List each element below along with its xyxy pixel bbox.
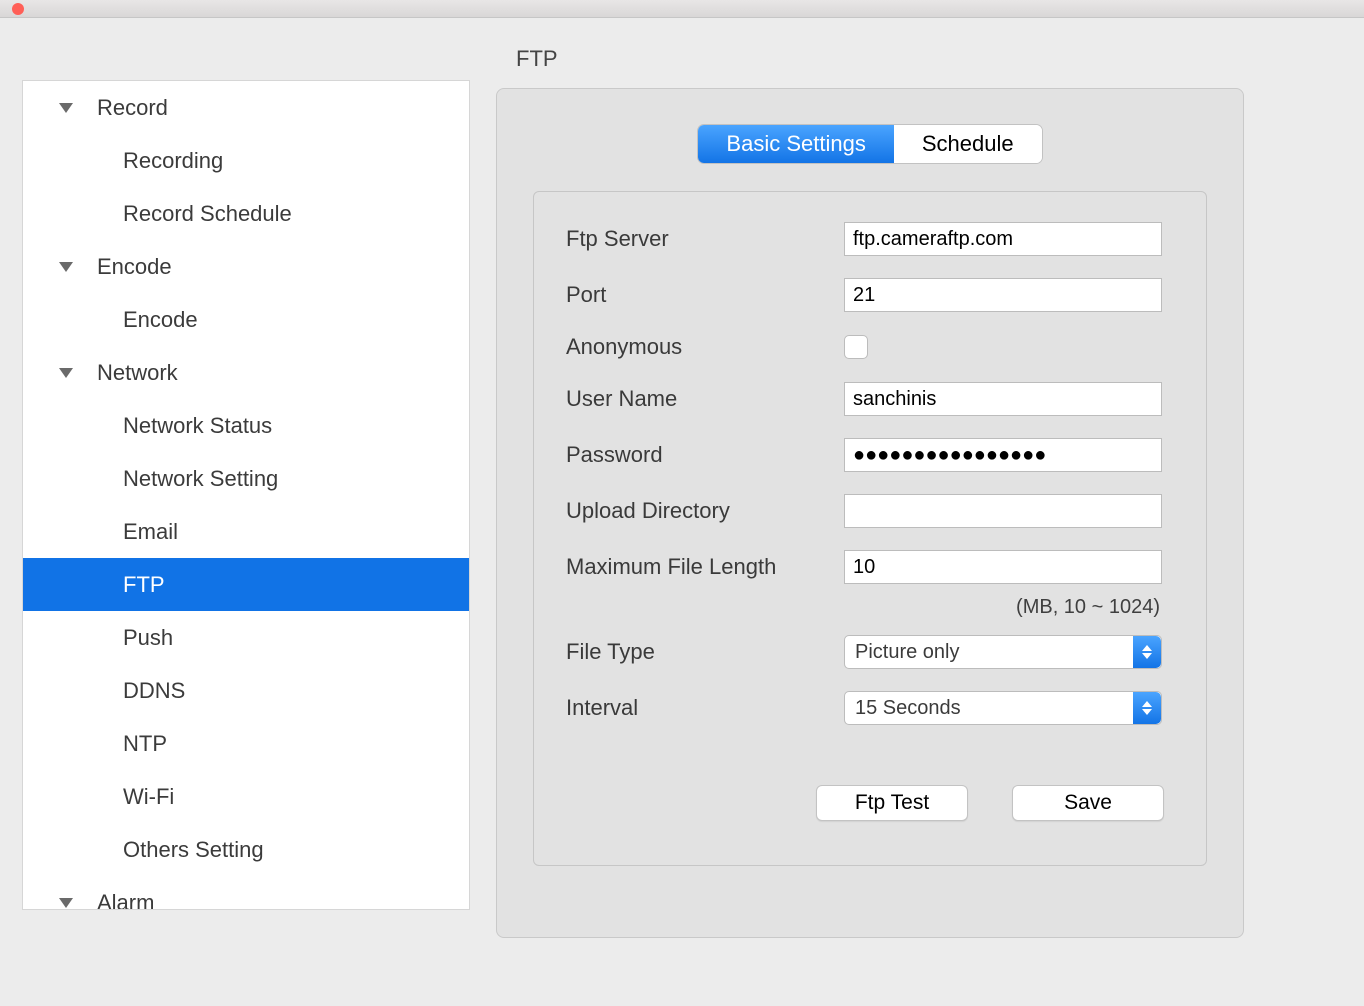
username-label: User Name xyxy=(566,386,844,412)
sidebar-item-email[interactable]: Email xyxy=(23,505,469,558)
file-type-value: Picture only xyxy=(855,641,960,664)
max-length-input[interactable] xyxy=(844,550,1162,584)
sidebar-group-label: Network xyxy=(97,360,178,386)
caret-down-icon xyxy=(57,99,75,117)
tab-schedule[interactable]: Schedule xyxy=(894,125,1042,163)
anonymous-label: Anonymous xyxy=(566,334,844,360)
password-label: Password xyxy=(566,442,844,468)
file-type-select[interactable]: Picture only xyxy=(844,635,1162,669)
sidebar-item-record-schedule[interactable]: Record Schedule xyxy=(23,187,469,240)
caret-down-icon xyxy=(57,894,75,911)
updown-icon xyxy=(1133,692,1161,724)
sidebar-item-wifi[interactable]: Wi-Fi xyxy=(23,770,469,823)
ftp-server-input[interactable] xyxy=(844,222,1162,256)
sidebar-item-encode[interactable]: Encode xyxy=(23,293,469,346)
sidebar: Record Recording Record Schedule Encode … xyxy=(22,80,470,910)
sidebar-item-label: Encode xyxy=(123,307,198,333)
ftp-test-button[interactable]: Ftp Test xyxy=(816,785,968,821)
sidebar-group-alarm[interactable]: Alarm xyxy=(23,876,469,910)
sidebar-item-label: DDNS xyxy=(123,678,185,704)
sidebar-item-label: Push xyxy=(123,625,173,651)
sidebar-item-recording[interactable]: Recording xyxy=(23,134,469,187)
password-input[interactable] xyxy=(844,438,1162,472)
sidebar-item-label: NTP xyxy=(123,731,167,757)
sidebar-item-ftp[interactable]: FTP xyxy=(23,558,469,611)
max-length-hint: (MB, 10 ~ 1024) xyxy=(566,596,1160,619)
interval-select[interactable]: 15 Seconds xyxy=(844,691,1162,725)
port-input[interactable] xyxy=(844,278,1162,312)
settings-panel: Basic Settings Schedule Ftp Server Port … xyxy=(496,88,1244,938)
form-box: Ftp Server Port Anonymous User Name Pass xyxy=(533,191,1207,866)
max-length-label: Maximum File Length xyxy=(566,554,844,580)
sidebar-group-encode[interactable]: Encode xyxy=(23,240,469,293)
sidebar-item-label: Wi-Fi xyxy=(123,784,174,810)
anonymous-checkbox[interactable] xyxy=(844,335,868,359)
ftp-server-label: Ftp Server xyxy=(566,226,844,252)
sidebar-item-label: Recording xyxy=(123,148,223,174)
sidebar-item-network-setting[interactable]: Network Setting xyxy=(23,452,469,505)
username-input[interactable] xyxy=(844,382,1162,416)
sidebar-item-label: Record Schedule xyxy=(123,201,292,227)
caret-down-icon xyxy=(57,364,75,382)
caret-down-icon xyxy=(57,258,75,276)
save-button[interactable]: Save xyxy=(1012,785,1164,821)
panel-title: FTP xyxy=(516,46,1364,72)
sidebar-item-others-setting[interactable]: Others Setting xyxy=(23,823,469,876)
sidebar-item-label: Network Status xyxy=(123,413,272,439)
window-titlebar xyxy=(0,0,1364,18)
sidebar-group-label: Encode xyxy=(97,254,172,280)
tab-segment: Basic Settings Schedule xyxy=(698,125,1041,163)
upload-dir-input[interactable] xyxy=(844,494,1162,528)
interval-label: Interval xyxy=(566,695,844,721)
port-label: Port xyxy=(566,282,844,308)
upload-dir-label: Upload Directory xyxy=(566,498,844,524)
sidebar-item-label: Others Setting xyxy=(123,837,264,863)
sidebar-item-ntp[interactable]: NTP xyxy=(23,717,469,770)
sidebar-group-record[interactable]: Record xyxy=(23,81,469,134)
sidebar-item-push[interactable]: Push xyxy=(23,611,469,664)
close-window-icon[interactable] xyxy=(12,3,24,15)
sidebar-item-label: FTP xyxy=(123,572,165,598)
sidebar-item-network-status[interactable]: Network Status xyxy=(23,399,469,452)
sidebar-item-label: Email xyxy=(123,519,178,545)
sidebar-item-ddns[interactable]: DDNS xyxy=(23,664,469,717)
interval-value: 15 Seconds xyxy=(855,697,961,720)
sidebar-group-network[interactable]: Network xyxy=(23,346,469,399)
sidebar-group-label: Record xyxy=(97,95,168,121)
sidebar-item-label: Network Setting xyxy=(123,466,278,492)
file-type-label: File Type xyxy=(566,639,844,665)
tab-basic-settings[interactable]: Basic Settings xyxy=(698,125,893,163)
sidebar-group-label: Alarm xyxy=(97,890,154,911)
updown-icon xyxy=(1133,636,1161,668)
